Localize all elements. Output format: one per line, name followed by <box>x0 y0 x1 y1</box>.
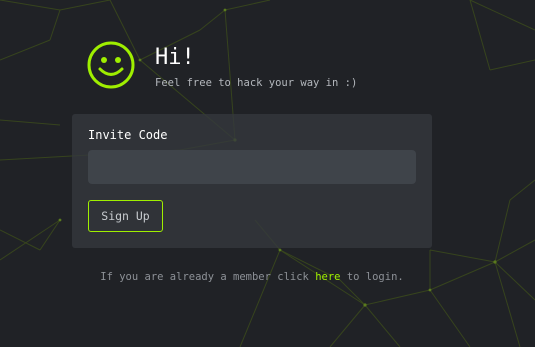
invite-page: Hi! Feel free to hack your way in :) Inv… <box>0 0 535 347</box>
login-prompt-text-before: If you are already a member click <box>100 271 316 283</box>
login-prompt-text-after: to login. <box>340 271 404 283</box>
invite-code-label: Invite Code <box>88 128 168 142</box>
page-subtitle: Feel free to hack your way in :) <box>155 77 358 89</box>
login-link[interactable]: here <box>315 271 340 283</box>
invite-code-input[interactable] <box>88 150 416 184</box>
header: Hi! Feel free to hack your way in :) <box>86 40 357 90</box>
smiley-icon <box>87 41 135 89</box>
page-title: Hi! <box>155 45 195 70</box>
sign-up-button[interactable]: Sign Up <box>88 200 163 232</box>
header-text: Hi! Feel free to hack your way in :) <box>155 45 357 89</box>
login-prompt: If you are already a member click here t… <box>0 271 504 283</box>
invite-form-card: Invite Code Sign Up <box>72 114 432 248</box>
